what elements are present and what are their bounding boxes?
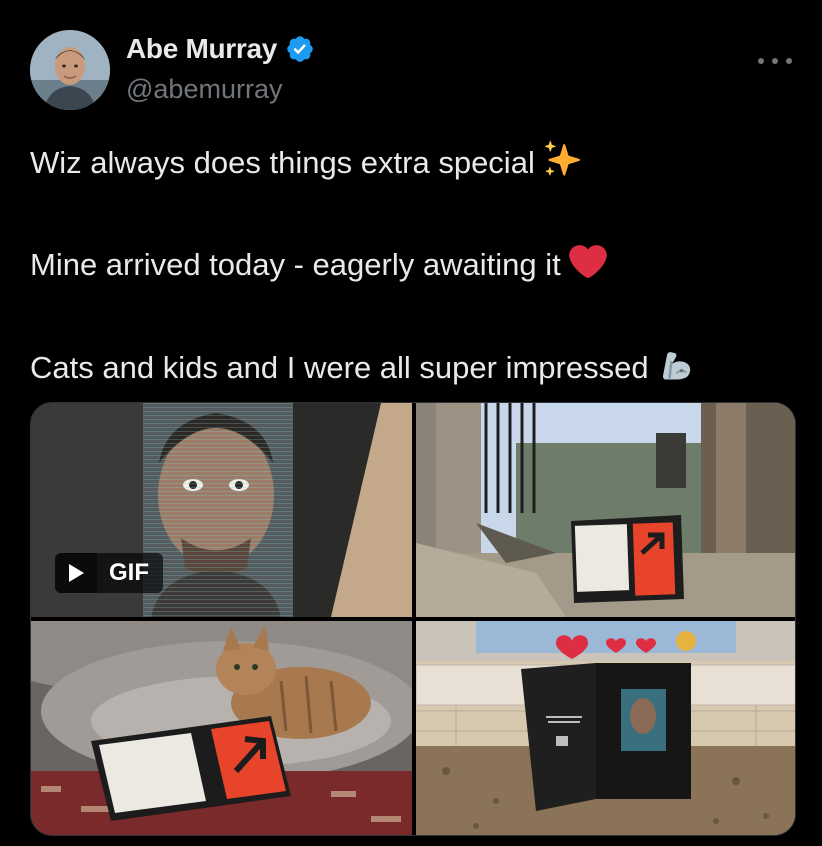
author-display-name[interactable]: Abe Murray [126,33,277,65]
tweet-line: Cats and kids and I were all super impre… [30,344,800,397]
sparkles-icon [543,141,581,192]
media-photo-open-box-kitchen[interactable] [416,621,795,835]
more-options-button[interactable] [758,48,792,74]
red-heart-icon [568,243,607,294]
profile-photo-icon [30,30,110,110]
cat-with-box-image [31,621,412,835]
box-outdoors-image [416,403,795,617]
verified-badge-icon[interactable] [285,34,315,64]
author-name-row: Abe Murray [126,33,315,65]
play-icon [55,553,97,593]
gif-play-button[interactable]: GIF [55,553,163,593]
author-avatar[interactable] [30,30,110,110]
open-box-kitchen-image [416,621,795,835]
author-handle[interactable]: @abemurray [126,74,282,105]
more-dot-icon [772,58,778,64]
gif-label: GIF [97,553,163,593]
tweet-line: Wiz always does things extra special [30,140,800,192]
media-photo-box-outdoors[interactable] [416,403,795,617]
tweet-line: Mine arrived today - eagerly awaiting it [30,242,800,294]
more-dot-icon [758,58,764,64]
tweet-text: Wiz always does things extra special Min… [30,140,800,397]
more-dot-icon [786,58,792,64]
media-gif[interactable]: GIF [31,403,412,617]
media-photo-cat-with-box[interactable] [31,621,412,835]
media-grid: GIF [30,402,796,836]
mechanical-arm-icon [657,344,697,397]
